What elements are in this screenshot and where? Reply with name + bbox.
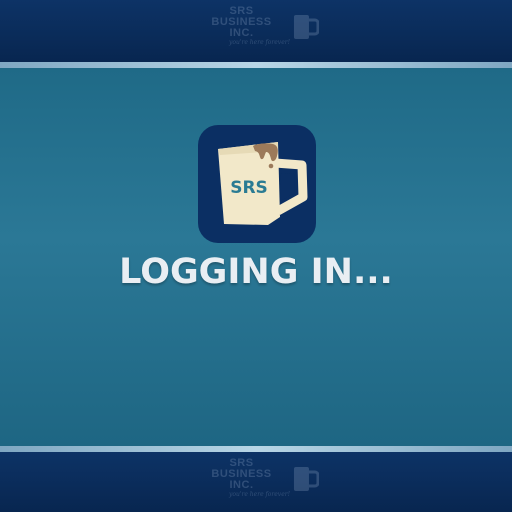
- mug-label: SRS: [230, 178, 268, 198]
- app-icon: SRS: [198, 125, 316, 243]
- mug-icon: SRS: [218, 142, 308, 225]
- login-loading-screen: SRS BUSINESS INC. you're here forever! S…: [0, 0, 512, 512]
- brand-tagline: you're here forever!: [228, 491, 291, 498]
- mug-icon: [294, 466, 320, 491]
- brand-logo-text: SRS BUSINESS INC. you're here forever!: [193, 458, 290, 499]
- brand-logo-text: SRS BUSINESS INC. you're here forever!: [193, 6, 290, 47]
- brand-name-line3: INC.: [229, 479, 254, 491]
- brand-logo-top: SRS BUSINESS INC. you're here forever!: [193, 6, 320, 47]
- brand-name-line3: INC.: [229, 27, 254, 39]
- mug-icon: [294, 14, 320, 39]
- logging-in-status: LOGGING IN...: [119, 252, 393, 292]
- brand-logo-bottom: SRS BUSINESS INC. you're here forever!: [193, 458, 320, 499]
- brand-tagline: you're here forever!: [228, 39, 291, 46]
